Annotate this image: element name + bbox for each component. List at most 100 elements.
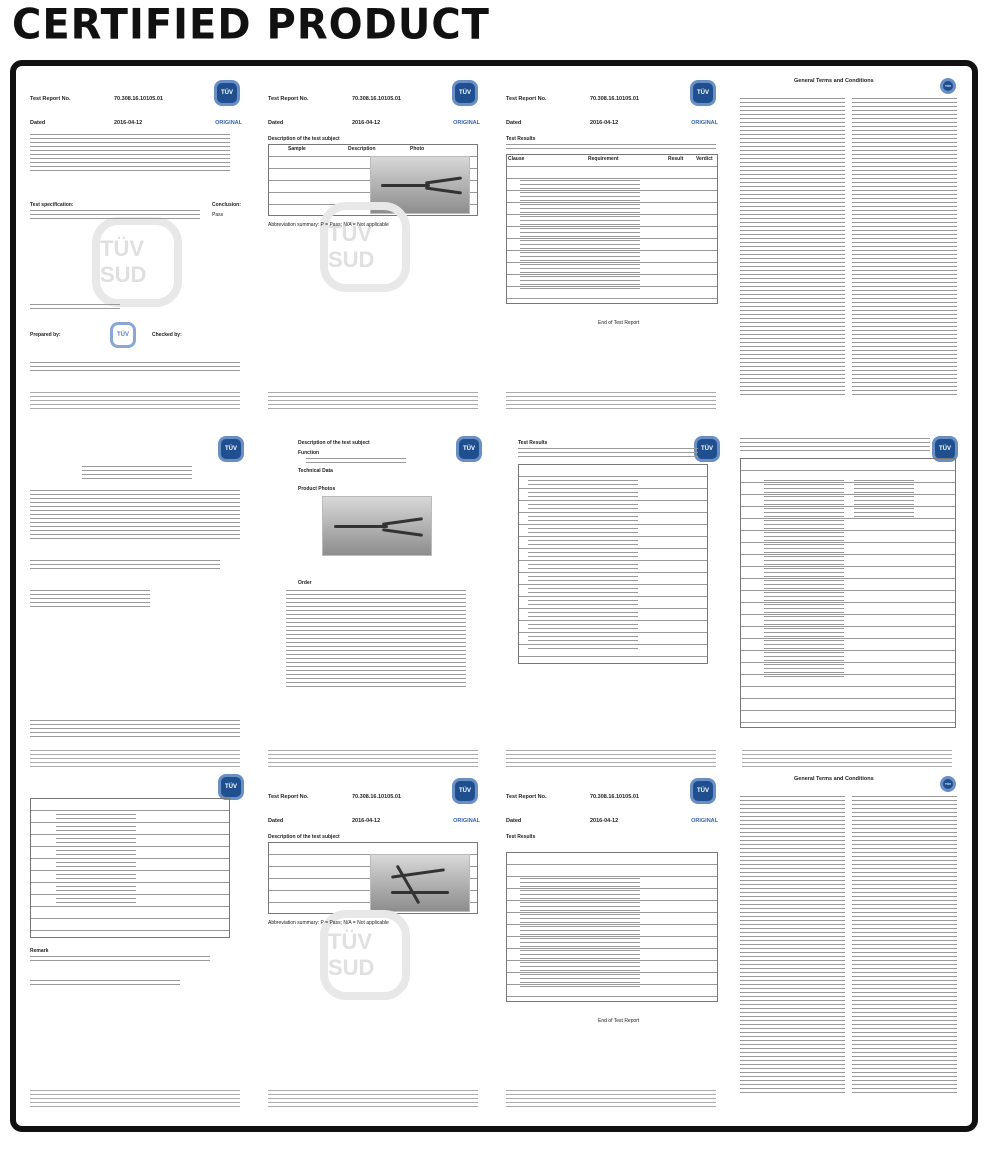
checked-by-label: Checked by:	[152, 332, 182, 338]
text-lines	[764, 480, 844, 680]
report-no: 70.308.16.10105.01	[114, 96, 163, 102]
page-footer	[506, 750, 716, 768]
table-header: Description	[348, 146, 376, 152]
text-lines	[56, 810, 136, 910]
text-lines	[852, 796, 957, 1096]
text-lines	[30, 362, 240, 372]
page-footer	[506, 392, 716, 410]
section-1-2: Technical Data	[298, 468, 333, 474]
text-lines	[852, 98, 957, 398]
table-header: Result	[668, 156, 684, 162]
tuv-logo-icon: TÜV	[690, 80, 716, 106]
test-spec-label: Test specification:	[30, 202, 74, 208]
tuv-logo-icon: TÜV	[218, 774, 244, 800]
tuv-stamp-icon: TÜV	[110, 322, 136, 348]
report-date: 2016-04-12	[590, 818, 619, 824]
results-heading: Test Results	[506, 136, 536, 142]
tuv-logo-icon: TÜV	[452, 778, 478, 804]
page-footer	[268, 392, 478, 410]
text-lines	[528, 480, 638, 650]
text-lines	[30, 720, 240, 738]
text-lines	[518, 448, 698, 460]
page-footer	[30, 750, 240, 768]
tuv-logo-icon: TÜV	[940, 78, 956, 94]
results-page: TÜV Test Results	[498, 430, 730, 778]
page-footer	[268, 750, 478, 768]
section-1-3: Product Photos	[298, 486, 336, 492]
report-date: 2016-04-12	[352, 818, 381, 824]
terms-title: General Terms and Conditions	[794, 78, 874, 84]
report-no-label: Test Report No.	[268, 96, 309, 102]
continued-results-page: TÜV Remark	[22, 770, 254, 1118]
table-header: Verdict	[696, 156, 713, 162]
text-lines	[30, 956, 210, 962]
tuv-logo-icon: TÜV	[690, 778, 716, 804]
description-page: TÜV Description of the test subject Functi…	[260, 430, 492, 778]
report-page-description-2: Test Report No. 70.308.16.10105.01 Dated 20…	[260, 770, 492, 1118]
technical-report-page: TÜV	[22, 430, 254, 778]
prepared-by-label: Prepared by:	[30, 332, 61, 338]
results-heading: Test Results	[518, 440, 548, 446]
report-page-results-2: Test Report No. 70.308.16.10105.01 Dated 20…	[498, 770, 730, 1118]
text-lines	[82, 466, 192, 480]
dated-label: Dated	[506, 120, 522, 126]
test-method-page: TÜV	[734, 430, 966, 778]
table-header: Photo	[410, 146, 425, 152]
bike-frame-photo	[370, 854, 470, 912]
abbreviation-summary: Abbreviation summary: P = Pass; N/A = No…	[268, 222, 389, 228]
fork-steerer	[333, 524, 388, 528]
text-lines	[286, 590, 466, 690]
text-lines	[30, 980, 180, 988]
results-heading: Test Results	[506, 834, 536, 840]
description-heading: Description of the test subject	[268, 834, 340, 840]
tuv-watermark: TÜV SUD	[320, 202, 410, 292]
tuv-logo-icon: TÜV	[940, 776, 956, 792]
text-lines	[30, 134, 230, 174]
dated-label: Dated	[268, 818, 284, 824]
text-lines	[30, 590, 150, 610]
text-lines	[740, 438, 930, 452]
conclusion-label: Conclusion:	[212, 202, 241, 208]
original-label: ORIGINAL	[453, 120, 480, 126]
page-footer	[30, 392, 240, 410]
original-label: ORIGINAL	[215, 120, 242, 126]
report-date: 2016-04-12	[114, 120, 143, 126]
text-lines	[506, 144, 716, 150]
report-no: 70.308.16.10105.01	[590, 96, 639, 102]
text-lines	[740, 796, 845, 1096]
end-of-report: End of Test Report	[598, 320, 640, 326]
certificate-frame: Test Report No. 70.308.16.10105.01 Dated 20…	[10, 60, 978, 1132]
section-2: Order	[298, 580, 312, 586]
text-lines	[740, 98, 845, 398]
report-page-results: Test Report No. 70.308.16.10105.01 Dated 20…	[498, 72, 730, 420]
terms-title: General Terms and Conditions	[794, 776, 874, 782]
report-no: 70.308.16.10105.01	[352, 96, 401, 102]
table-header: Requirement	[588, 156, 619, 162]
tuv-watermark: TÜV SUD	[92, 217, 182, 307]
page-footer	[506, 1090, 716, 1108]
section-1-1: Function	[298, 450, 320, 456]
page-footer	[742, 750, 952, 768]
tuv-logo-icon: TÜV	[214, 80, 240, 106]
report-no: 70.308.16.10105.01	[352, 794, 401, 800]
text-lines	[520, 180, 640, 290]
original-label: ORIGINAL	[691, 818, 718, 824]
fork-blade	[382, 517, 424, 527]
report-no-label: Test Report No.	[30, 96, 71, 102]
page-heading: CERTIFIED PRODUCT	[12, 0, 490, 50]
text-lines	[520, 878, 640, 988]
abbreviation-summary: Abbreviation summary: P = Pass; N/A = No…	[268, 920, 389, 926]
text-lines	[30, 490, 240, 540]
report-no-label: Test Report No.	[268, 794, 309, 800]
end-of-report: End of Test Report	[598, 1018, 640, 1024]
report-page-summary: Test Report No. 70.308.16.10105.01 Dated 20…	[22, 72, 254, 420]
dated-label: Dated	[30, 120, 46, 126]
original-label: ORIGINAL	[691, 120, 718, 126]
table-header: Clause	[508, 156, 525, 162]
dated-label: Dated	[268, 120, 284, 126]
page-footer	[30, 1090, 240, 1108]
tuv-logo-icon: TÜV	[452, 80, 478, 106]
report-date: 2016-04-12	[590, 120, 619, 126]
table-header: Sample	[288, 146, 306, 152]
pass-value: Pass	[212, 212, 224, 218]
